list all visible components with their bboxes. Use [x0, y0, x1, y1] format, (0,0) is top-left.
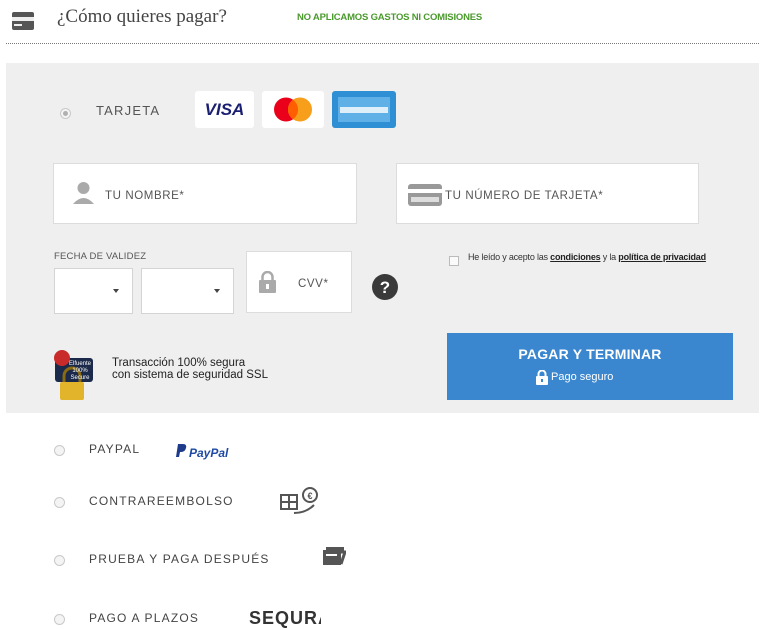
ssl-badge-brand: Elfuente: [69, 361, 92, 367]
lock-icon: [536, 370, 548, 385]
payment-header: ¿Cómo quieres pagar? NO APLICAMOS GASTOS…: [0, 0, 763, 44]
terms-text: He leído y acepto las condiciones y la p…: [468, 251, 728, 263]
installments-radio[interactable]: [54, 614, 65, 625]
ssl-badge-percent: 100%: [72, 368, 88, 374]
paypal-logo-text: PayPal: [189, 446, 229, 460]
ssl-line-2: con sistema de seguridad SSL: [112, 369, 268, 381]
expiry-year-select[interactable]: [141, 268, 234, 314]
chevron-down-icon: [113, 289, 119, 293]
pay-button-sublabel: Pago seguro: [551, 371, 614, 383]
svg-text:€: €: [307, 491, 312, 501]
header-divider: [6, 43, 759, 44]
ssl-badge-secure: Secure: [70, 375, 90, 381]
expiry-date-label: FECHA DE VALIDEZ: [54, 251, 147, 262]
card-option-label: TARJETA: [96, 103, 161, 118]
ssl-line-1: Transacción 100% segura: [112, 357, 246, 369]
sequra-logo-text: SEQURA: [249, 608, 321, 628]
chevron-down-icon: [214, 289, 220, 293]
user-icon: [73, 182, 94, 204]
pay-button-label: PAGAR Y TERMINAR: [518, 346, 662, 362]
svg-text:?: ?: [380, 278, 390, 297]
sequra-logo: SEQURA: [249, 608, 321, 628]
conditions-link[interactable]: condiciones: [550, 252, 601, 262]
cash-on-delivery-option-label: CONTRAREEMBOLSO: [89, 494, 234, 508]
try-and-pay-icon: [323, 547, 346, 565]
card-number-field[interactable]: TU NÚMERO DE TARJETA*: [396, 163, 699, 224]
page-title: ¿Cómo quieres pagar?: [57, 6, 227, 27]
question-icon[interactable]: ?: [372, 274, 398, 300]
expiry-month-select[interactable]: [54, 268, 133, 314]
card-payment-panel: TARJETA VISA TU NOMBRE* TU NÚMERO DE TAR…: [6, 63, 759, 413]
installments-option-label: PAGO A PLAZOS: [89, 611, 200, 625]
card-number-placeholder: TU NÚMERO DE TARJETA*: [445, 190, 604, 202]
credit-card-icon: [408, 184, 442, 206]
cvv-placeholder: CVV*: [298, 278, 329, 290]
try-and-pay-radio[interactable]: [54, 555, 65, 566]
try-and-pay-option-label: PRUEBA Y PAGA DESPUÉS: [89, 552, 270, 566]
terms-prefix: He leído y acepto las: [468, 252, 551, 262]
terms-middle: y la: [600, 252, 619, 262]
no-fees-tagline: NO APLICAMOS GASTOS NI COMISIONES: [297, 12, 483, 23]
cardholder-name-placeholder: TU NOMBRE*: [105, 190, 185, 202]
paypal-radio[interactable]: [54, 445, 65, 456]
pay-and-finish-button[interactable]: PAGAR Y TERMINAR Pago seguro: [447, 333, 733, 400]
mastercard-logo: [262, 91, 324, 128]
ssl-security-text: Transacción 100% segura con sistema de s…: [112, 357, 268, 381]
privacy-policy-link[interactable]: política de privacidad: [618, 252, 706, 262]
cash-on-delivery-icon: €: [280, 487, 318, 514]
terms-checkbox[interactable]: [449, 256, 459, 266]
amex-logo: [332, 91, 396, 128]
cardholder-name-field[interactable]: TU NOMBRE*: [53, 163, 357, 224]
card-radio[interactable]: [60, 108, 71, 119]
lock-icon: [259, 271, 276, 293]
paypal-logo: PayPal: [176, 444, 229, 460]
cvv-field[interactable]: CVV*: [246, 251, 352, 313]
cash-on-delivery-radio[interactable]: [54, 497, 65, 508]
paypal-option-label: PAYPAL: [89, 442, 141, 456]
wallet-icon: [12, 12, 34, 30]
ssl-secure-badge: Elfuente 100% Secure: [54, 350, 93, 400]
visa-logo: VISA: [195, 91, 254, 128]
